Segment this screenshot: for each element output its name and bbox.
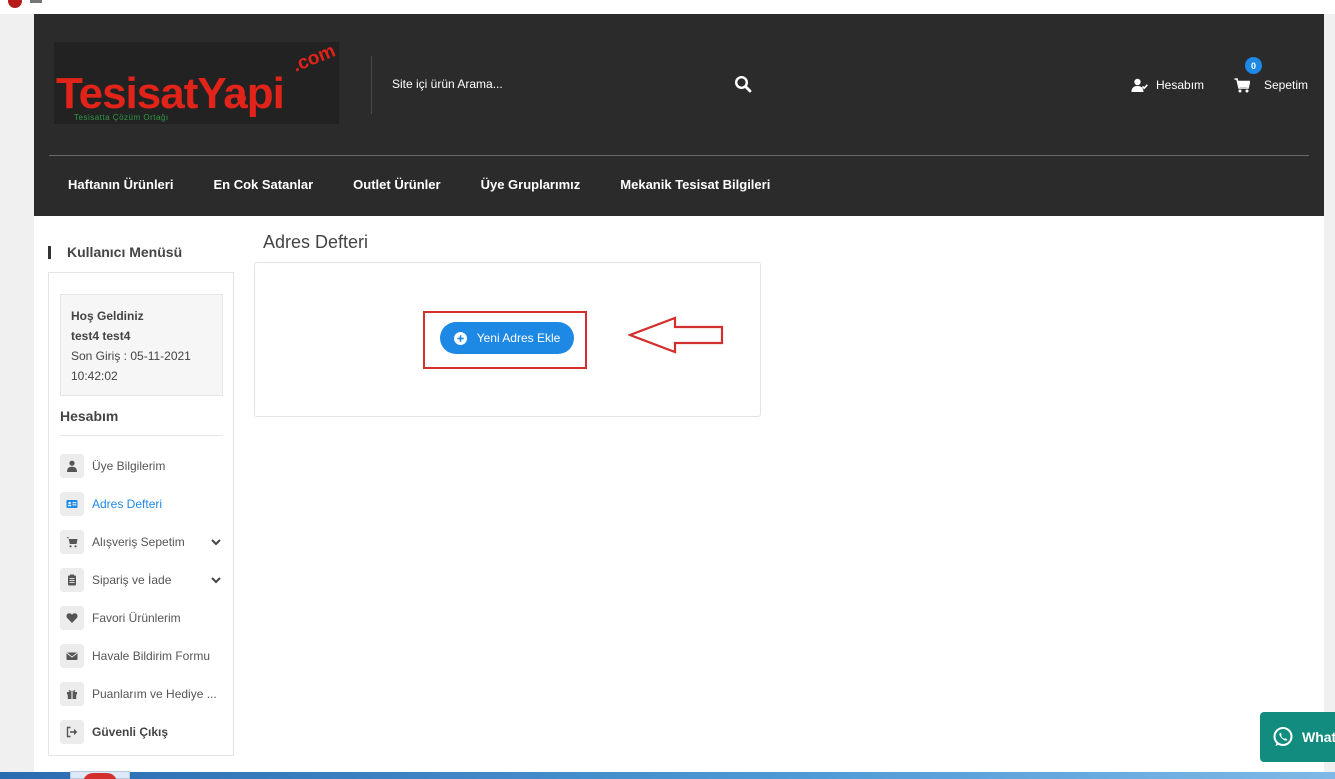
chevron-down-icon[interactable]	[211, 537, 221, 547]
user-icon	[60, 454, 84, 478]
main-nav: Haftanın Ürünleri En Cok Satanlar Outlet…	[68, 177, 770, 192]
sidebar-item-label: Sipariş ve İade	[92, 573, 172, 587]
page: TesisatYapi .com Tesisatta Çözüm Ortağı …	[34, 14, 1324, 779]
sidebar-item-adres-defteri[interactable]: Adres Defteri	[60, 485, 223, 523]
site-logo[interactable]: TesisatYapi .com Tesisatta Çözüm Ortağı	[54, 40, 339, 124]
sidebar-item-label: Favori Ürünlerim	[92, 611, 181, 625]
sidebar-title: Kullanıcı Menüsü	[48, 244, 182, 260]
browser-top-strip	[0, 0, 1335, 14]
sidebar-item-label: Üye Bilgilerim	[92, 459, 166, 473]
nav-mekanik-tesisat-bilgileri[interactable]: Mekanik Tesisat Bilgileri	[620, 177, 770, 192]
add-new-address-label: Yeni Adres Ekle	[476, 331, 561, 345]
section-divider	[60, 435, 223, 436]
browser-background	[1324, 14, 1335, 779]
header-divider	[371, 56, 372, 114]
cart-icon	[1234, 77, 1250, 92]
sidebar-item-siparis-ve-iade[interactable]: Sipariş ve İade	[60, 561, 223, 599]
sidebar-item-havale-bildirim-formu[interactable]: Havale Bildirim Formu	[60, 637, 223, 675]
welcome-username: test4 test4	[71, 329, 131, 343]
whatsapp-chat-button[interactable]: WhatsApp	[1260, 712, 1335, 762]
clipboard-icon	[60, 568, 84, 592]
add-new-address-button[interactable]: Yeni Adres Ekle	[440, 322, 574, 354]
page-title: Adres Defteri	[263, 232, 369, 252]
account-link[interactable]: Hesabım	[1131, 76, 1204, 94]
title-accent-bar	[48, 245, 51, 259]
plus-circle-icon	[453, 331, 467, 345]
logo-dotcom: .com	[289, 40, 339, 77]
account-label: Hesabım	[1156, 78, 1205, 92]
search-input[interactable]	[382, 66, 722, 102]
annotation-arrow-icon	[628, 316, 724, 354]
account-section-heading: Hesabım	[60, 408, 119, 424]
sidebar-item-alisveris-sepetim[interactable]: Alışveriş Sepetim	[60, 523, 223, 561]
site-favicon-icon	[8, 0, 22, 8]
address-book-panel: Yeni Adres Ekle	[254, 262, 761, 417]
welcome-box: Hoş Geldiniz test4 test4 Son Giriş : 05-…	[60, 294, 223, 396]
nav-en-cok-satanlar[interactable]: En Cok Satanlar	[213, 177, 313, 192]
os-taskbar	[0, 772, 1335, 779]
whatsapp-icon	[1273, 727, 1293, 746]
search-icon[interactable]	[734, 75, 752, 93]
sidebar-title-text: Kullanıcı Menüsü	[67, 244, 183, 260]
sidebar-item-favori-urunlerim[interactable]: Favori Ürünlerim	[60, 599, 223, 637]
user-menu-panel: Hoş Geldiniz test4 test4 Son Giriş : 05-…	[48, 272, 234, 756]
cart-count-badge: 0	[1245, 57, 1262, 74]
gift-icon	[60, 682, 84, 706]
sidebar-item-label: Adres Defteri	[92, 497, 163, 511]
chevron-down-icon[interactable]	[211, 575, 221, 585]
address-card-icon	[60, 492, 84, 516]
welcome-greeting: Hoş Geldiniz	[71, 309, 144, 323]
account-menu: Üye Bilgilerim Adres Defteri Alışveriş S…	[60, 447, 223, 751]
sidebar-item-label: Güvenli Çıkış	[92, 725, 169, 739]
cart-icon	[60, 530, 84, 554]
cart-link[interactable]: 0 Sepetim	[1234, 57, 1309, 94]
cart-label: Sepetim	[1264, 78, 1309, 92]
heart-icon	[60, 606, 84, 630]
nav-uye-gruplarimiz[interactable]: Üye Gruplarımız	[481, 177, 581, 192]
envelope-icon	[60, 644, 84, 668]
tab-fragment	[30, 0, 42, 3]
whatsapp-label: WhatsApp	[1302, 729, 1335, 745]
site-header: TesisatYapi .com Tesisatta Çözüm Ortağı …	[34, 14, 1324, 216]
taskbar-app-icon	[83, 773, 117, 779]
nav-haftanin-urunleri[interactable]: Haftanın Ürünleri	[68, 177, 173, 192]
logout-icon	[60, 720, 84, 744]
user-check-icon	[1131, 78, 1148, 92]
welcome-last-login: Son Giriş : 05-11-2021 10:42:02	[71, 349, 191, 383]
sidebar-item-label: Puanlarım ve Hediye ...	[92, 687, 217, 701]
sidebar-item-label: Alışveriş Sepetim	[92, 535, 185, 549]
sidebar-item-puanlarim-ve-hediye[interactable]: Puanlarım ve Hediye ...	[60, 675, 223, 713]
logo-tagline: Tesisatta Çözüm Ortağı	[74, 113, 169, 122]
sidebar-item-label: Havale Bildirim Formu	[92, 649, 211, 663]
nav-outlet-urunler[interactable]: Outlet Ürünler	[353, 177, 440, 192]
sidebar-item-guvenli-cikis[interactable]: Güvenli Çıkış	[60, 713, 223, 751]
header-separator	[49, 155, 1309, 156]
logo-wordmark: TesisatYapi	[56, 69, 285, 118]
taskbar-app-button[interactable]	[70, 771, 130, 779]
sidebar-item-uye-bilgilerim[interactable]: Üye Bilgilerim	[60, 447, 223, 485]
search-bar	[382, 66, 762, 102]
